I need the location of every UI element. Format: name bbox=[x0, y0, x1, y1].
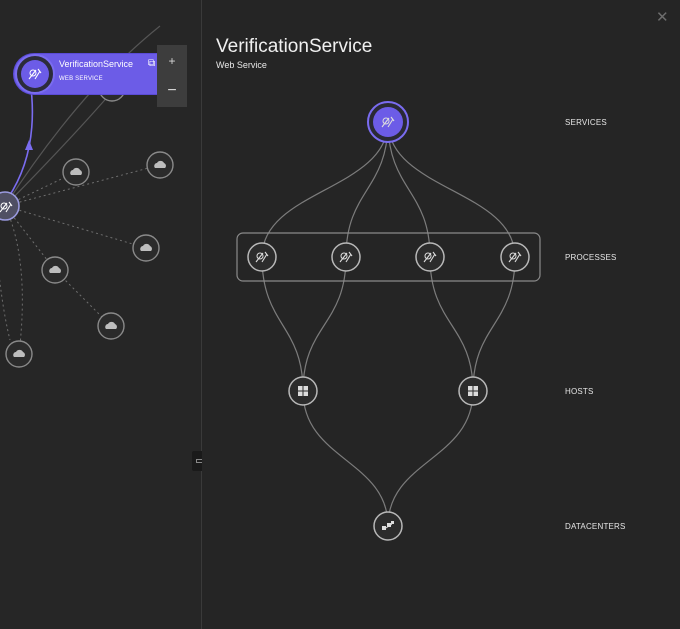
selected-edge bbox=[7, 79, 34, 199]
cloud-node[interactable] bbox=[146, 151, 174, 179]
zoom-out-button[interactable]: − bbox=[157, 75, 187, 107]
selected-service-name: VerificationService bbox=[59, 59, 134, 69]
cloud-node[interactable] bbox=[41, 256, 69, 284]
selected-service-type: WEB SERVICE bbox=[59, 76, 103, 82]
service-node[interactable] bbox=[0, 191, 20, 221]
level-label-services: SERVICES bbox=[565, 118, 607, 127]
level-label-hosts: HOSTS bbox=[565, 387, 594, 396]
graph-edge bbox=[4, 93, 111, 207]
selected-service-card[interactable]: VerificationService WEB SERVICE ⧉ bbox=[14, 54, 157, 94]
detail-title: VerificationService bbox=[216, 36, 373, 57]
cloud-node[interactable] bbox=[97, 312, 125, 340]
service-detail-panel bbox=[202, 0, 680, 629]
level-label-datacenters: DATACENTERS bbox=[565, 522, 626, 531]
close-icon[interactable]: ✕ bbox=[656, 8, 669, 26]
service-graph-panel[interactable]: VerificationService WEB SERVICE ⧉ + − bbox=[0, 0, 201, 629]
zoom-in-button[interactable]: + bbox=[157, 45, 187, 77]
detail-subtitle: Web Service bbox=[216, 60, 267, 70]
selected-service-node bbox=[15, 54, 55, 94]
cloud-node[interactable] bbox=[62, 158, 90, 186]
cloud-node[interactable] bbox=[132, 234, 160, 262]
edge-arrow bbox=[25, 140, 33, 150]
cloud-node[interactable] bbox=[5, 340, 33, 368]
level-label-processes: PROCESSES bbox=[565, 253, 617, 262]
dependency-edges bbox=[0, 164, 161, 355]
external-link-icon[interactable]: ⧉ bbox=[148, 58, 155, 69]
